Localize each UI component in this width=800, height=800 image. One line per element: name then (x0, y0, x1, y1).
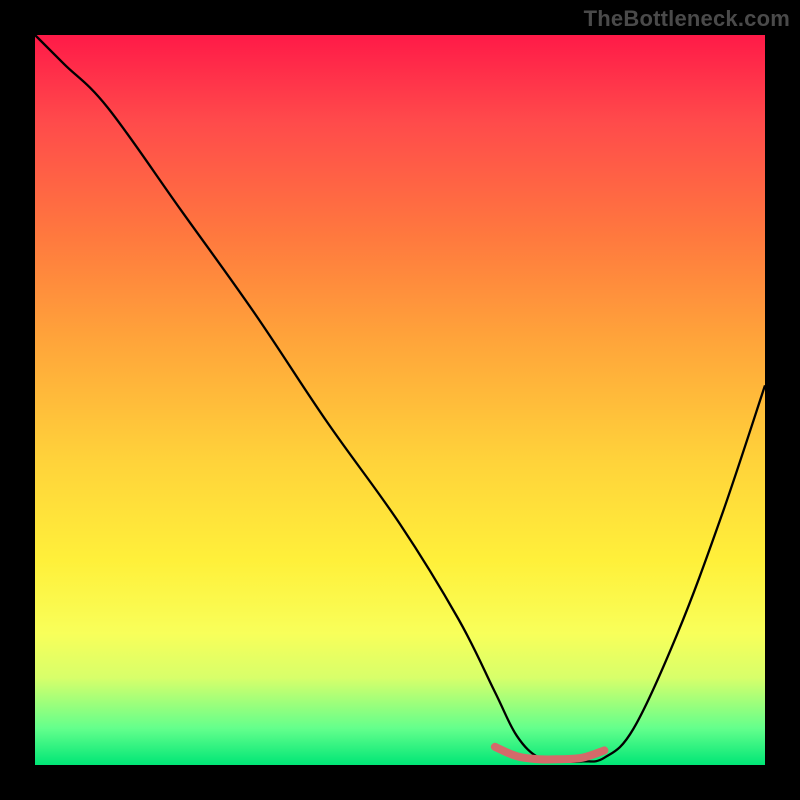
curve-svg (35, 35, 765, 765)
bottleneck-curve (35, 35, 765, 762)
bottleneck-highlight (495, 747, 605, 760)
chart-frame: TheBottleneck.com (0, 0, 800, 800)
watermark-text: TheBottleneck.com (584, 6, 790, 32)
plot-area (35, 35, 765, 765)
